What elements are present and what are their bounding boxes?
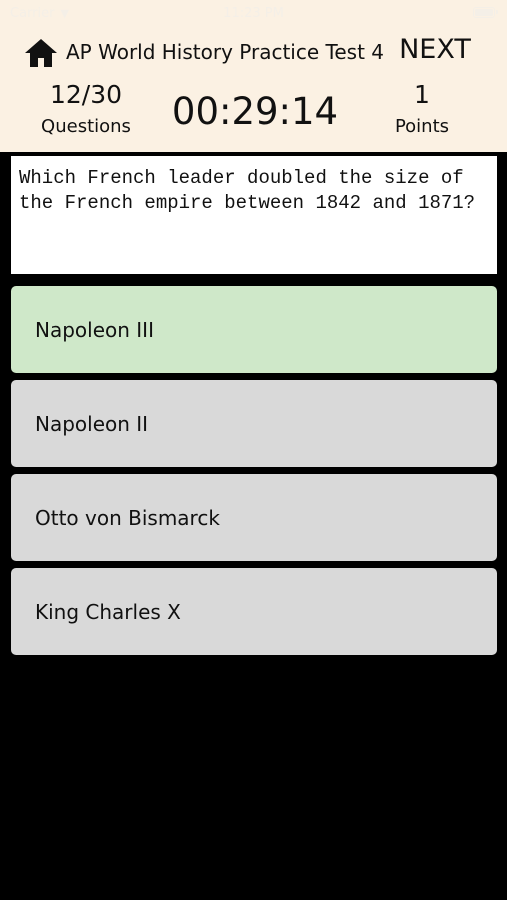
points-value: 1 <box>414 80 430 109</box>
timer: 00:29:14 <box>171 90 339 133</box>
points-counter: 1 Points <box>362 80 482 139</box>
questions-counter: 12/30 Questions <box>26 80 146 139</box>
answer-option-1[interactable]: Napoleon III <box>11 286 497 373</box>
answer-label: Napoleon II <box>35 411 149 436</box>
questions-label: Questions <box>41 116 131 137</box>
next-button[interactable]: NEXT <box>394 34 476 65</box>
answer-option-2[interactable]: Napoleon II <box>11 380 497 467</box>
answer-label: Otto von Bismarck <box>35 505 220 530</box>
answer-list: Napoleon III Napoleon II Otto von Bismar… <box>11 286 497 662</box>
answer-label: King Charles X <box>35 599 181 624</box>
answer-label: Napoleon III <box>35 317 154 342</box>
home-icon[interactable] <box>24 36 58 70</box>
answer-option-4[interactable]: King Charles X <box>11 568 497 655</box>
page-title: AP World History Practice Test 4 <box>66 40 384 64</box>
questions-value: 12/30 <box>49 80 123 109</box>
status-bar: Carrier ▼ 11:23 PM <box>0 0 507 28</box>
question-text: Which French leader doubled the size of … <box>11 156 497 274</box>
status-time: 11:23 PM <box>223 6 284 21</box>
battery-icon <box>473 7 498 18</box>
header-bar: Carrier ▼ 11:23 PM AP World History Prac… <box>0 0 507 152</box>
points-label: Points <box>394 116 450 137</box>
answer-option-3[interactable]: Otto von Bismarck <box>11 474 497 561</box>
